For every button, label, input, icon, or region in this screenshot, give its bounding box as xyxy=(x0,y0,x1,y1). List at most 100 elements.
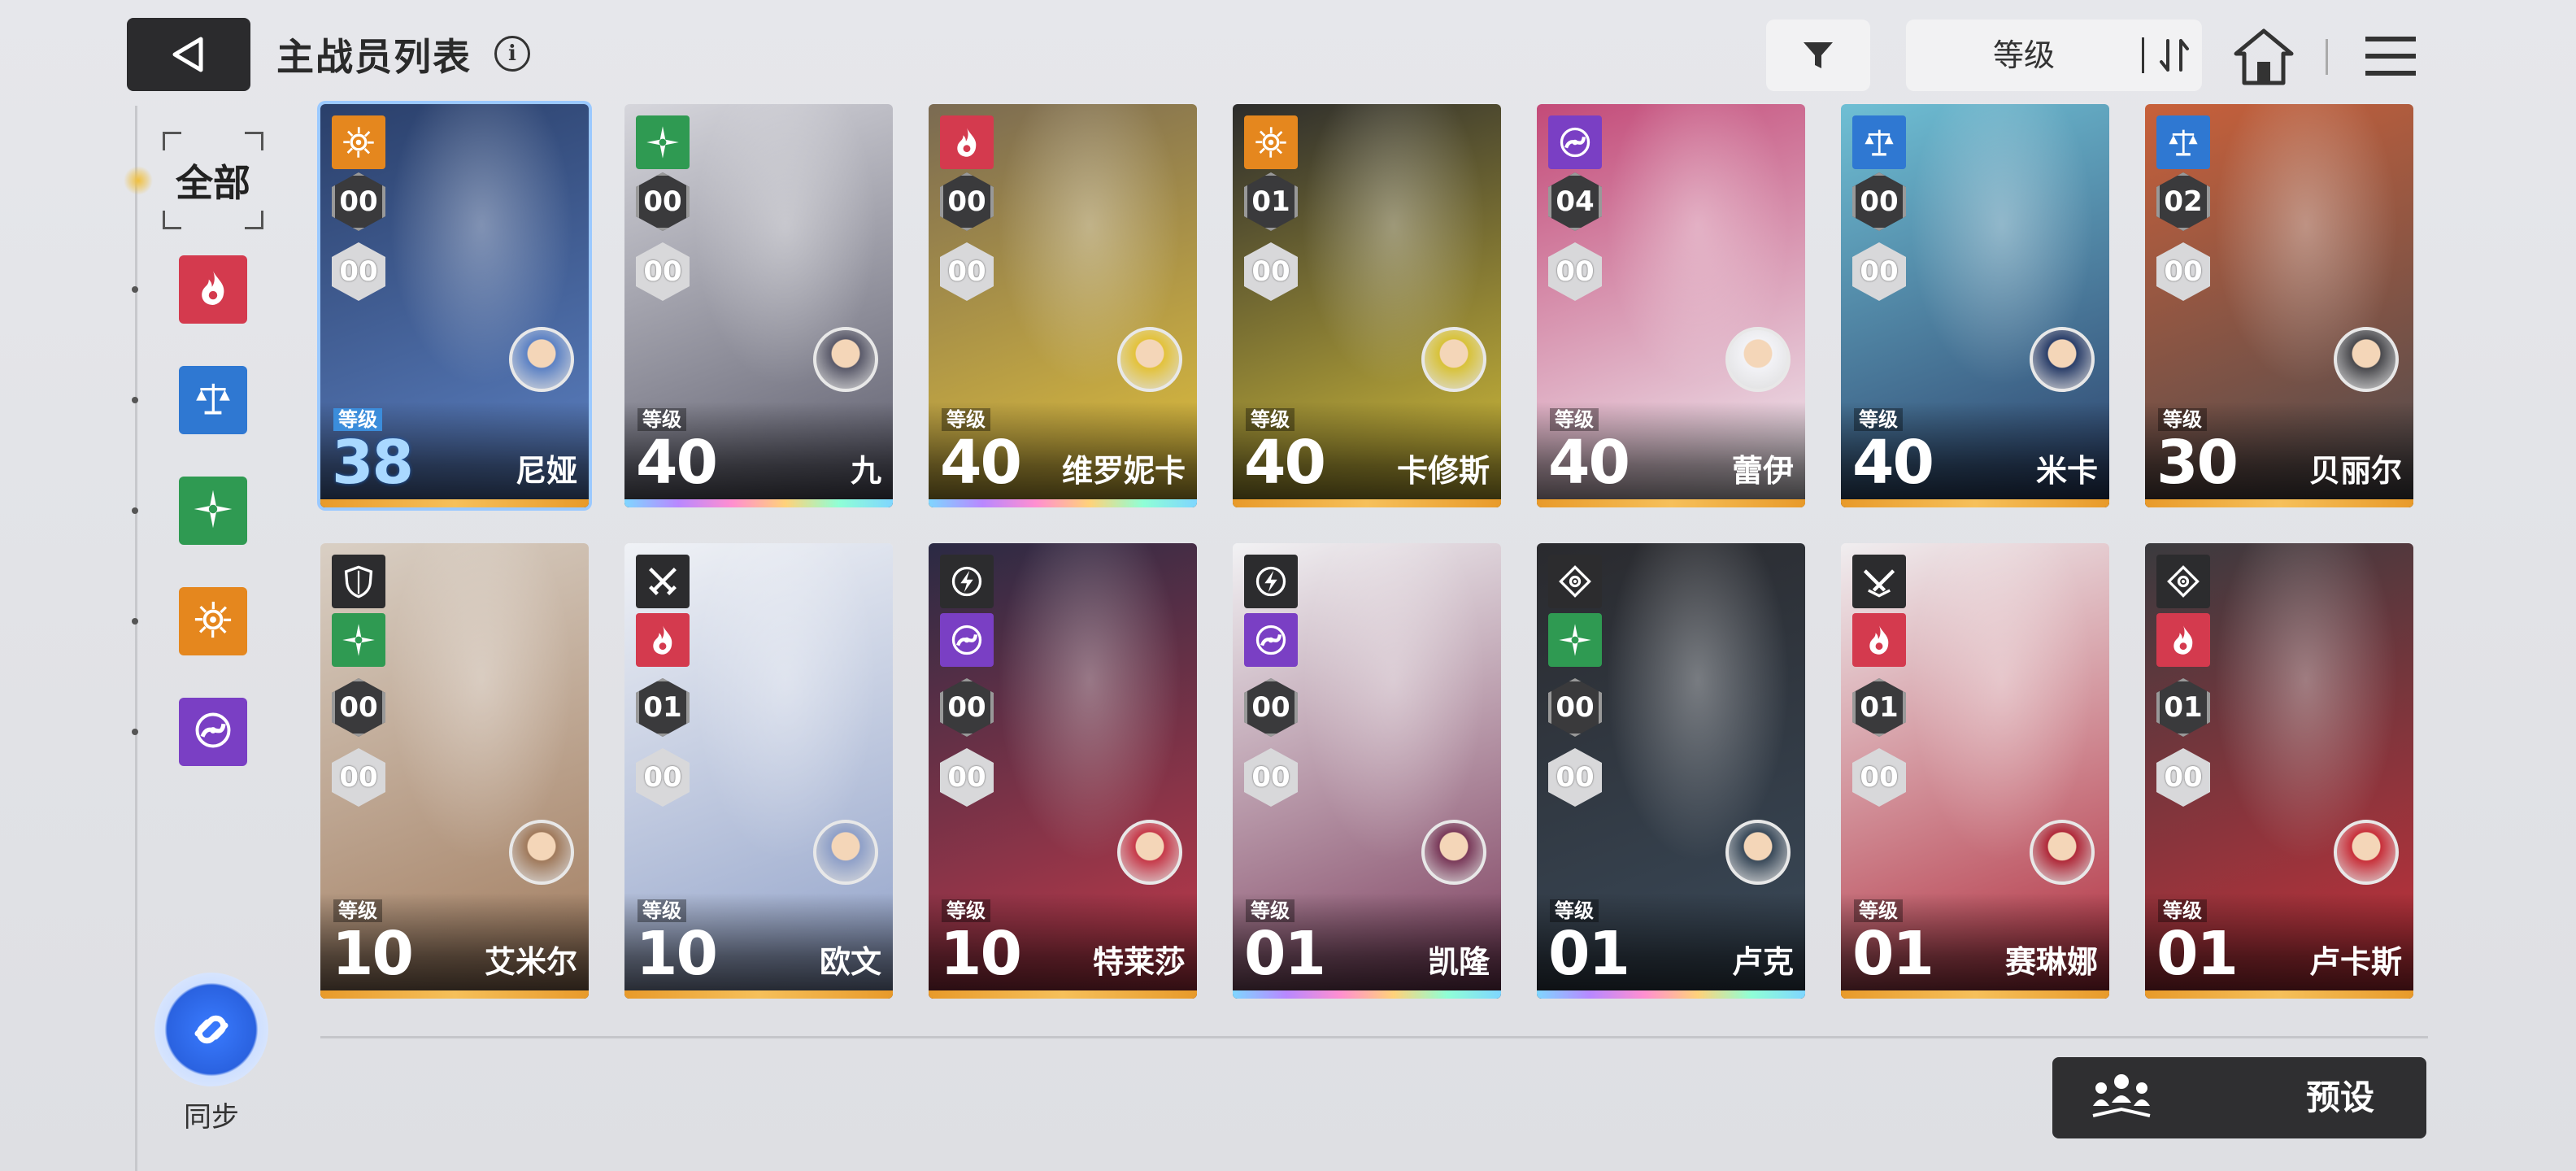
filter-sun[interactable] xyxy=(179,587,247,655)
character-card[interactable]: 00 00 等级 40 维罗妮卡 xyxy=(929,104,1197,507)
balance-element-icon xyxy=(192,377,234,423)
character-card[interactable]: 00 00 等级 10 特莱莎 xyxy=(929,543,1197,999)
sidebar-dot xyxy=(132,286,138,293)
rank-value: 01 xyxy=(2164,691,2203,724)
info-icon[interactable]: i xyxy=(494,36,530,72)
character-name: 卢卡斯 xyxy=(2308,944,2402,980)
roster-grid: 00 00 等级 38 尼娅 00 00 等级 40 九 00 00 等级 40… xyxy=(320,104,2423,1015)
partner-avatar xyxy=(2334,820,2399,885)
rank-value: 00 xyxy=(1251,691,1290,724)
partner-avatar xyxy=(1117,820,1182,885)
role-icon xyxy=(1244,555,1298,608)
rarity-bar xyxy=(2145,990,2413,999)
sub-rank-value: 00 xyxy=(643,255,682,288)
character-card[interactable]: 04 00 等级 40 蕾伊 xyxy=(1537,104,1805,507)
character-name: 卢克 xyxy=(1731,944,1794,980)
void-element-icon xyxy=(1548,115,1602,169)
sub-rank-value: 00 xyxy=(1860,255,1899,288)
role-icon xyxy=(1852,555,1906,608)
character-name: 卡修斯 xyxy=(1396,453,1490,489)
role-icon xyxy=(2156,555,2210,608)
sub-rank-value: 00 xyxy=(643,761,682,794)
filter-all[interactable]: 全部 xyxy=(163,132,263,229)
back-button[interactable] xyxy=(127,18,250,91)
character-name: 蕾伊 xyxy=(1731,453,1794,489)
home-button[interactable] xyxy=(2231,23,2296,91)
fire-element-icon xyxy=(940,115,994,169)
rank-value: 00 xyxy=(339,691,378,724)
partner-avatar xyxy=(1725,820,1791,885)
filter-balance[interactable] xyxy=(179,366,247,434)
level-value: 40 xyxy=(1244,428,1326,498)
partner-avatar xyxy=(1421,820,1486,885)
character-card[interactable]: 01 00 等级 40 卡修斯 xyxy=(1233,104,1501,507)
sync-link-icon xyxy=(194,1015,228,1044)
filter-void[interactable] xyxy=(179,698,247,766)
partner-avatar xyxy=(2030,327,2095,392)
sidebar-dot xyxy=(132,618,138,625)
sub-rank-value: 00 xyxy=(339,761,378,794)
back-arrow-icon xyxy=(172,37,203,72)
page-title: 主战员列表 xyxy=(276,35,472,79)
fire-element-icon xyxy=(192,267,234,312)
preset-button[interactable]: 预设 xyxy=(2052,1057,2426,1138)
rank-value: 01 xyxy=(643,691,682,724)
partner-avatar xyxy=(509,820,574,885)
character-card[interactable]: 01 00 等级 01 赛琳娜 xyxy=(1841,543,2109,999)
rarity-bar xyxy=(320,990,589,999)
sun-element-icon xyxy=(1244,115,1298,169)
star-element-icon xyxy=(192,488,234,533)
character-card[interactable]: 01 00 等级 01 卢卡斯 xyxy=(2145,543,2413,999)
void-element-icon xyxy=(1244,613,1298,667)
character-name: 贝丽尔 xyxy=(2308,453,2402,489)
character-card[interactable]: 00 00 等级 01 卢克 xyxy=(1537,543,1805,999)
character-name: 赛琳娜 xyxy=(2004,944,2098,980)
character-card[interactable]: 01 00 等级 10 欧文 xyxy=(624,543,893,999)
rank-value: 00 xyxy=(1860,185,1899,218)
character-card[interactable]: 00 00 等级 10 艾米尔 xyxy=(320,543,589,999)
star-element-icon xyxy=(636,115,690,169)
filter-fire[interactable] xyxy=(179,255,247,324)
level-value: 40 xyxy=(1548,428,1630,498)
rarity-bar xyxy=(1537,499,1805,507)
partner-avatar xyxy=(2030,820,2095,885)
character-card[interactable]: 00 00 等级 01 凯隆 xyxy=(1233,543,1501,999)
role-icon xyxy=(940,555,994,608)
sync-button[interactable] xyxy=(154,973,268,1086)
sub-rank-value: 00 xyxy=(947,761,986,794)
character-card[interactable]: 02 00 等级 30 贝丽尔 xyxy=(2145,104,2413,507)
role-icon xyxy=(636,555,690,608)
sort-divider xyxy=(2142,37,2144,73)
level-value: 01 xyxy=(1548,919,1630,989)
team-preset-icon xyxy=(2092,1074,2151,1117)
character-card[interactable]: 00 00 等级 40 米卡 xyxy=(1841,104,2109,507)
sync-label: 同步 xyxy=(184,1101,239,1134)
sort-order-toggle[interactable] xyxy=(2147,20,2202,91)
level-value: 10 xyxy=(940,919,1022,989)
rarity-bar xyxy=(1841,990,2109,999)
rank-value: 01 xyxy=(1251,185,1290,218)
grid-divider xyxy=(320,1036,2428,1038)
partner-avatar xyxy=(1421,327,1486,392)
partner-avatar xyxy=(509,327,574,392)
character-name: 艾米尔 xyxy=(484,944,577,980)
menu-button[interactable] xyxy=(2358,28,2423,85)
role-icon xyxy=(332,555,385,608)
filter-button[interactable] xyxy=(1766,20,1870,91)
sub-rank-value: 00 xyxy=(2164,255,2203,288)
level-value: 40 xyxy=(940,428,1022,498)
sub-rank-value: 00 xyxy=(339,255,378,288)
character-card[interactable]: 00 00 等级 40 九 xyxy=(624,104,893,507)
rarity-bar xyxy=(929,499,1197,507)
fire-element-icon xyxy=(636,613,690,667)
star-element-icon xyxy=(332,613,385,667)
sun-element-icon xyxy=(192,599,234,644)
character-name: 九 xyxy=(850,453,881,489)
partner-avatar xyxy=(813,820,878,885)
character-card[interactable]: 00 00 等级 38 尼娅 xyxy=(320,104,589,507)
sun-element-icon xyxy=(332,115,385,169)
sort-label: 等级 xyxy=(1992,37,2055,73)
sort-selector[interactable]: 等级 xyxy=(1906,20,2202,91)
fire-element-icon xyxy=(1852,613,1906,667)
filter-star[interactable] xyxy=(179,477,247,545)
